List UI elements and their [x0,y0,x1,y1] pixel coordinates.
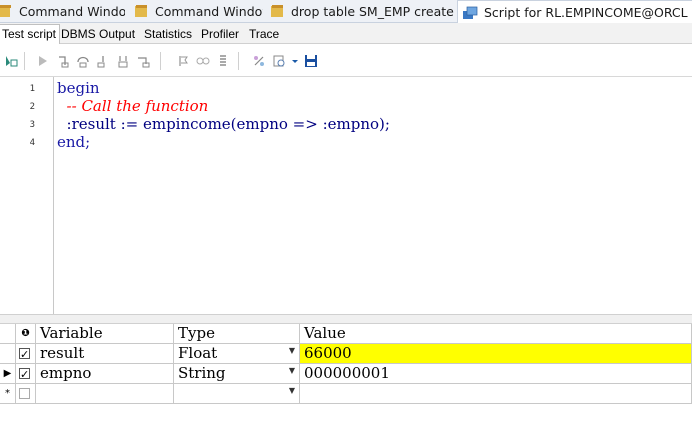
step-into-icon[interactable] [56,54,70,68]
type-value: Float [178,344,218,362]
toolbar-separator [160,52,161,70]
window-tab-script[interactable]: Script for RL.EMPINCOME@ORCL × [457,0,692,24]
gutter-divider [53,77,54,314]
window-tab-command-2[interactable]: Command Window [133,0,263,22]
code-line-comment: -- Call the function [57,97,209,115]
tab-profiler[interactable]: Profiler [198,25,242,44]
code-line-call: :result := empincome(empno => :empno); [57,115,390,133]
row-indicator-header [0,324,16,344]
value-cell-highlighted[interactable]: 66000 [300,344,692,364]
pane-splitter[interactable] [0,314,692,324]
column-header-label: Type [178,324,215,342]
value-cell[interactable]: 000000001 [300,364,692,384]
breakpoint-icon[interactable] [176,54,190,68]
window-tab-label: drop table SM_EMP create t ... [291,3,455,19]
window-tab-bar: Command Window Command Window drop table… [0,0,692,24]
tab-test-script[interactable]: Test script [0,24,61,46]
toolbar-separator [24,52,25,70]
variable-cell[interactable]: result [36,344,174,364]
command-window-icon [0,5,11,17]
query-icon[interactable] [272,54,286,68]
variables-grid: ❶ Variable Type Value result Float ▼ 660… [0,324,692,421]
row-checkbox[interactable] [19,388,30,399]
row-checkbox[interactable] [19,345,30,363]
info-icon: ❶ [16,324,36,344]
toolbar-separator [238,52,239,70]
test-script-icon [463,6,478,19]
chevron-down-icon[interactable]: ▼ [289,344,295,360]
run-icon[interactable] [36,54,50,68]
row-checkbox-cell[interactable] [16,344,36,364]
type-cell[interactable]: String ▼ [174,364,300,384]
run-to-end-icon[interactable] [136,54,150,68]
row-indicator [0,344,16,364]
code-editor[interactable]: 1 2 3 4 begin -- Call the function :resu… [0,77,692,314]
code-line-end: end; [57,133,91,151]
run-to-next-icon[interactable] [116,54,130,68]
row-checkbox-cell[interactable] [16,384,36,404]
new-row-indicator: * [0,384,16,404]
compile-icon[interactable] [252,54,266,68]
window-tab-label: Script for RL.EMPINCOME@ORCL [484,5,688,20]
window-tab-command-1[interactable]: Command Window [0,0,125,22]
chevron-down-icon[interactable] [290,54,300,68]
debug-start-icon[interactable] [4,54,18,68]
watch-icon[interactable] [196,54,210,68]
code-line-begin: begin [57,79,100,97]
type-cell[interactable]: Float ▼ [174,344,300,364]
command-window-icon [271,5,283,17]
column-header-variable[interactable]: Variable [36,324,174,344]
variable-cell[interactable]: empno [36,364,174,384]
step-over-icon[interactable] [76,54,90,68]
sub-tab-bar: Test script DBMS Output Statistics Profi… [0,23,692,46]
current-row-indicator: ▶ [0,364,16,384]
value-cell[interactable] [300,384,692,404]
tab-dbms-output[interactable]: DBMS Output [58,25,138,44]
tab-statistics[interactable]: Statistics [141,25,195,44]
type-value: String [178,364,226,382]
save-icon[interactable] [304,54,318,68]
row-checkbox-cell[interactable] [16,364,36,384]
column-header-value[interactable]: Value [300,324,692,344]
chevron-down-icon[interactable]: ▼ [289,384,295,400]
row-checkbox[interactable] [19,365,30,383]
window-tab-label: Command Window [155,3,263,19]
column-header-label: Variable [40,324,103,342]
chevron-down-icon[interactable]: ▼ [289,364,295,380]
window-tab-label: Command Window [19,3,125,19]
line-number: 4 [29,138,35,148]
type-cell[interactable]: ▼ [174,384,300,404]
window-tab-drop-table[interactable]: drop table SM_EMP create t ... [269,0,455,22]
line-number: 3 [29,120,35,130]
variable-cell[interactable] [36,384,174,404]
line-number: 2 [29,102,35,112]
line-number: 1 [29,84,35,94]
column-header-type[interactable]: Type [174,324,300,344]
stack-icon[interactable] [216,54,230,68]
toolbar [0,44,692,77]
column-header-label: Value [304,324,346,342]
step-out-icon[interactable] [96,54,110,68]
line-number-gutter: 1 2 3 4 [0,77,40,314]
tab-trace[interactable]: Trace [246,25,282,44]
command-window-icon [135,5,147,17]
